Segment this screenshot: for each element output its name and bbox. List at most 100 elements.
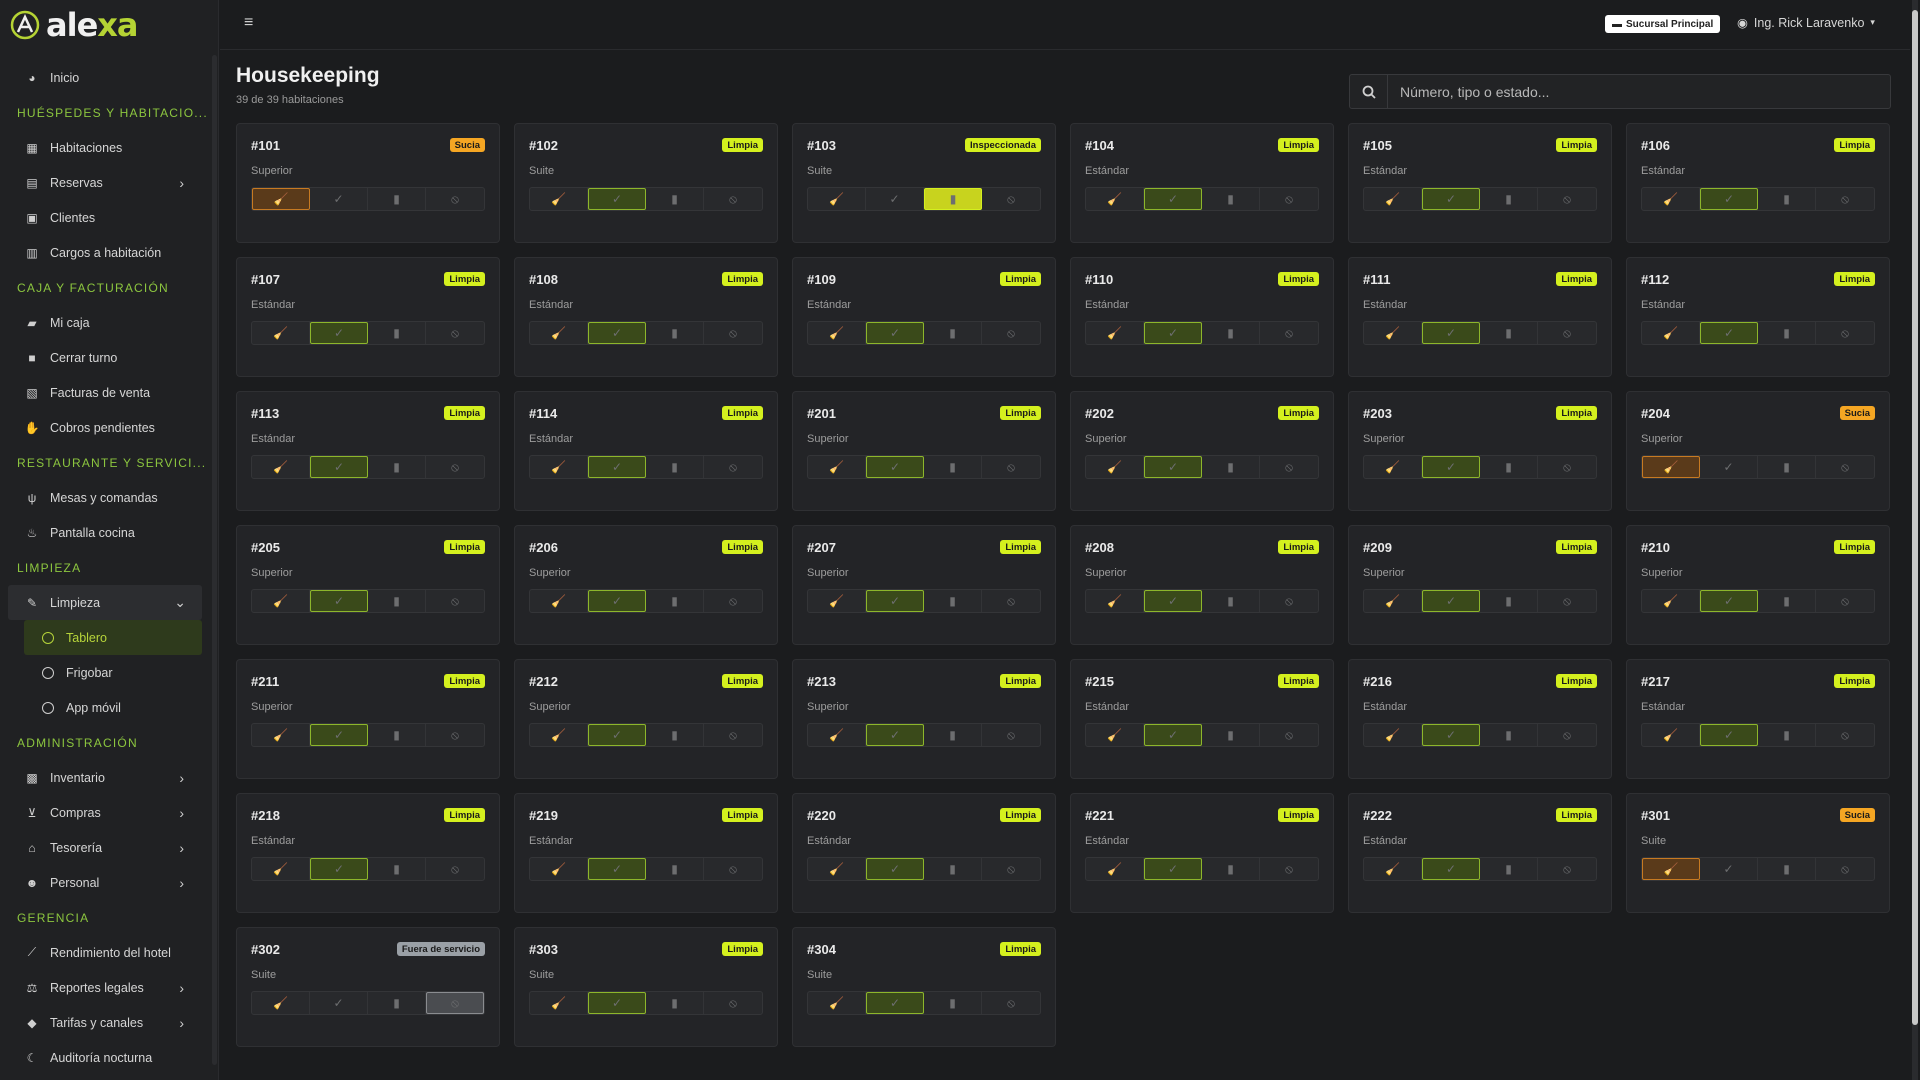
- ban-button[interactable]: ⦸: [704, 322, 762, 344]
- broom-button[interactable]: 🧹: [1642, 858, 1700, 880]
- check-button[interactable]: ✓: [866, 322, 924, 344]
- broom-button[interactable]: 🧹: [808, 992, 866, 1014]
- ban-button[interactable]: ⦸: [1816, 724, 1874, 746]
- check-button[interactable]: ✓: [866, 456, 924, 478]
- ban-button[interactable]: ⦸: [1538, 858, 1596, 880]
- clipboard-button[interactable]: ▮: [924, 322, 982, 344]
- ban-button[interactable]: ⦸: [982, 322, 1040, 344]
- ban-button[interactable]: ⦸: [426, 322, 484, 344]
- check-button[interactable]: ✓: [1700, 322, 1758, 344]
- ban-button[interactable]: ⦸: [1260, 188, 1318, 210]
- check-button[interactable]: ✓: [866, 992, 924, 1014]
- clipboard-button[interactable]: ▮: [646, 322, 704, 344]
- check-button[interactable]: ✓: [1422, 456, 1480, 478]
- check-button[interactable]: ✓: [310, 590, 368, 612]
- check-button[interactable]: ✓: [588, 858, 646, 880]
- clipboard-button[interactable]: ▮: [368, 992, 426, 1014]
- check-button[interactable]: ✓: [866, 858, 924, 880]
- clipboard-button[interactable]: ▮: [646, 188, 704, 210]
- clipboard-button[interactable]: ▮: [646, 992, 704, 1014]
- broom-button[interactable]: 🧹: [1642, 188, 1700, 210]
- ban-button[interactable]: ⦸: [1816, 322, 1874, 344]
- sidebar-item-limpieza[interactable]: ✎ Limpieza ⌄: [8, 585, 202, 620]
- ban-button[interactable]: ⦸: [1816, 188, 1874, 210]
- app-logo[interactable]: alexa: [0, 0, 218, 50]
- broom-button[interactable]: 🧹: [252, 724, 310, 746]
- check-button[interactable]: ✓: [1144, 590, 1202, 612]
- broom-button[interactable]: 🧹: [1086, 858, 1144, 880]
- sidebar-item-tesoreria[interactable]: ⌂ Tesorería ›: [0, 830, 218, 865]
- ban-button[interactable]: ⦸: [1260, 456, 1318, 478]
- broom-button[interactable]: 🧹: [252, 456, 310, 478]
- sidebar-item-compras[interactable]: ⊻ Compras ›: [0, 795, 218, 830]
- clipboard-button[interactable]: ▮: [1480, 724, 1538, 746]
- ban-button[interactable]: ⦸: [426, 456, 484, 478]
- clipboard-button[interactable]: ▮: [368, 724, 426, 746]
- clipboard-button[interactable]: ▮: [1758, 858, 1816, 880]
- check-button[interactable]: ✓: [1422, 590, 1480, 612]
- broom-button[interactable]: 🧹: [1642, 590, 1700, 612]
- broom-button[interactable]: 🧹: [1364, 724, 1422, 746]
- sidebar-item-personal[interactable]: ☻ Personal ›: [0, 865, 218, 900]
- sidebar-item-cobros-pendientes[interactable]: ✋ Cobros pendientes: [0, 410, 218, 445]
- sidebar-item-frigobar[interactable]: Frigobar: [0, 655, 218, 690]
- ban-button[interactable]: ⦸: [426, 590, 484, 612]
- check-button[interactable]: ✓: [1144, 188, 1202, 210]
- broom-button[interactable]: 🧹: [252, 590, 310, 612]
- check-button[interactable]: ✓: [310, 858, 368, 880]
- ban-button[interactable]: ⦸: [1538, 590, 1596, 612]
- clipboard-button[interactable]: ▮: [1202, 456, 1260, 478]
- sidebar-item-inventario[interactable]: ▩ Inventario ›: [0, 760, 218, 795]
- clipboard-button[interactable]: ▮: [924, 590, 982, 612]
- broom-button[interactable]: 🧹: [530, 858, 588, 880]
- ban-button[interactable]: ⦸: [704, 992, 762, 1014]
- ban-button[interactable]: ⦸: [426, 724, 484, 746]
- check-button[interactable]: ✓: [1422, 322, 1480, 344]
- ban-button[interactable]: ⦸: [1260, 724, 1318, 746]
- check-button[interactable]: ✓: [1700, 188, 1758, 210]
- clipboard-button[interactable]: ▮: [1480, 188, 1538, 210]
- check-button[interactable]: ✓: [310, 456, 368, 478]
- clipboard-button[interactable]: ▮: [368, 590, 426, 612]
- search-button[interactable]: [1350, 75, 1388, 108]
- ban-button[interactable]: ⦸: [982, 590, 1040, 612]
- check-button[interactable]: ✓: [588, 188, 646, 210]
- broom-button[interactable]: 🧹: [530, 188, 588, 210]
- broom-button[interactable]: 🧹: [530, 590, 588, 612]
- hamburger-icon[interactable]: ≡: [244, 14, 253, 32]
- check-button[interactable]: ✓: [1700, 456, 1758, 478]
- sidebar-item-habitaciones[interactable]: ▦ Habitaciones: [0, 130, 218, 165]
- sidebar-scrollbar[interactable]: [212, 55, 217, 1065]
- check-button[interactable]: ✓: [310, 724, 368, 746]
- clipboard-button[interactable]: ▮: [924, 456, 982, 478]
- broom-button[interactable]: 🧹: [1086, 590, 1144, 612]
- clipboard-button[interactable]: ▮: [368, 858, 426, 880]
- main-scrollbar[interactable]: [1912, 0, 1918, 1080]
- ban-button[interactable]: ⦸: [1538, 188, 1596, 210]
- broom-button[interactable]: 🧹: [1364, 590, 1422, 612]
- broom-button[interactable]: 🧹: [808, 724, 866, 746]
- ban-button[interactable]: ⦸: [1538, 456, 1596, 478]
- ban-button[interactable]: ⦸: [704, 858, 762, 880]
- ban-button[interactable]: ⦸: [704, 188, 762, 210]
- clipboard-button[interactable]: ▮: [368, 456, 426, 478]
- user-menu[interactable]: ◉ Ing. Rick Laravenko ▾: [1737, 15, 1875, 31]
- clipboard-button[interactable]: ▮: [924, 858, 982, 880]
- clipboard-button[interactable]: ▮: [646, 590, 704, 612]
- broom-button[interactable]: 🧹: [808, 858, 866, 880]
- clipboard-button[interactable]: ▮: [1202, 322, 1260, 344]
- clipboard-button[interactable]: ▮: [1758, 590, 1816, 612]
- check-button[interactable]: ✓: [1144, 322, 1202, 344]
- check-button[interactable]: ✓: [588, 992, 646, 1014]
- check-button[interactable]: ✓: [1700, 724, 1758, 746]
- broom-button[interactable]: 🧹: [808, 322, 866, 344]
- broom-button[interactable]: 🧹: [1364, 188, 1422, 210]
- clipboard-button[interactable]: ▮: [924, 992, 982, 1014]
- broom-button[interactable]: 🧹: [1086, 724, 1144, 746]
- sidebar-item-mesas-y-comandas[interactable]: ψ Mesas y comandas: [0, 480, 218, 515]
- check-button[interactable]: ✓: [588, 322, 646, 344]
- search-input[interactable]: [1388, 75, 1890, 108]
- ban-button[interactable]: ⦸: [982, 456, 1040, 478]
- check-button[interactable]: ✓: [588, 590, 646, 612]
- clipboard-button[interactable]: ▮: [1202, 858, 1260, 880]
